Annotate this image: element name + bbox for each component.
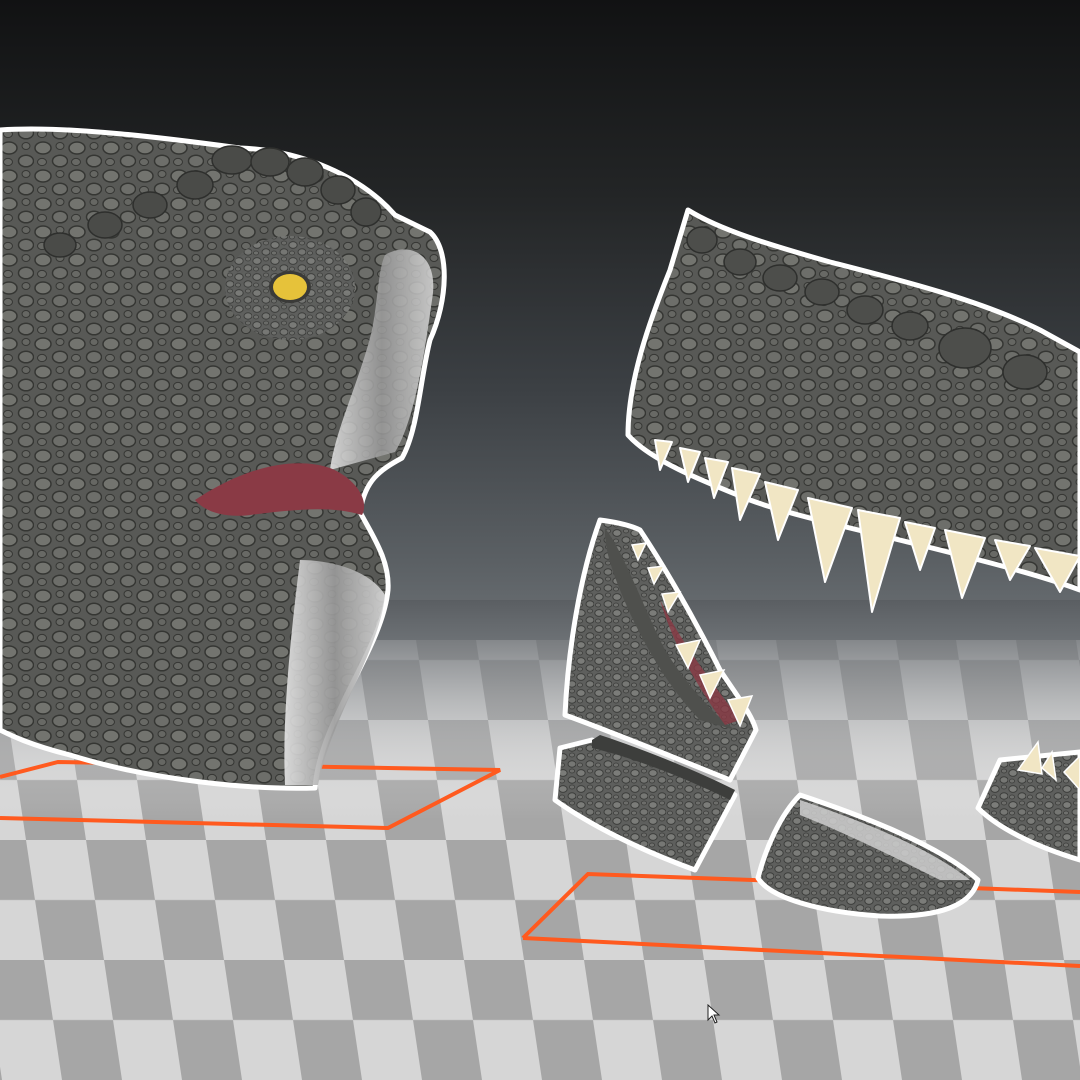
arrow-cursor-icon (707, 1004, 721, 1024)
scene-canvas[interactable] (0, 0, 1080, 1080)
3d-viewport[interactable] (0, 0, 1080, 1080)
eye (273, 274, 307, 300)
dinosaur-snout-upper-jaw[interactable] (625, 207, 1080, 613)
